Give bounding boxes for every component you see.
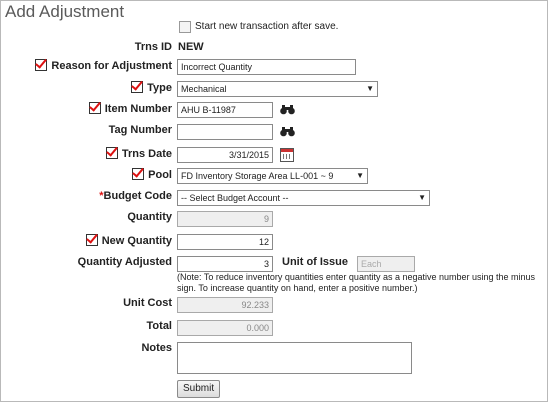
quantity-adjusted-label: Quantity Adjusted — [77, 256, 172, 268]
reason-label: Reason for Adjustment — [51, 60, 172, 72]
trns-date-input[interactable]: 3/31/2015 — [177, 147, 273, 163]
type-required-check-icon — [131, 81, 144, 93]
type-label-wrap: Type — [131, 81, 172, 94]
budget-code-select-value: -- Select Budget Account -- — [181, 193, 289, 203]
quantity-label: Quantity — [127, 211, 172, 223]
item-number-label-wrap: Item Number — [88, 102, 172, 115]
form-window: Add Adjustment Start new transaction aft… — [0, 0, 548, 402]
unit-of-issue-label: Unit of Issue — [282, 256, 349, 268]
item-number-label: Item Number — [104, 103, 172, 115]
tag-number-label: Tag Number — [108, 124, 172, 136]
new-quantity-label: New Quantity — [101, 235, 172, 247]
new-quantity-label-wrap: New Quantity — [85, 234, 172, 247]
trns-date-label: Trns Date — [121, 148, 172, 160]
trns-id-value: NEW — [178, 41, 204, 53]
quantity-adjusted-input[interactable]: 3 — [177, 256, 273, 272]
trns-id-label: Trns ID — [134, 41, 172, 53]
reason-input[interactable]: Incorrect Quantity — [177, 59, 356, 75]
reason-label-wrap: Reason for Adjustment — [35, 59, 172, 72]
type-select[interactable]: Mechanical ▼ — [177, 81, 378, 97]
type-label: Type — [147, 82, 172, 94]
chevron-down-icon: ▼ — [418, 193, 426, 202]
type-select-value: Mechanical — [181, 84, 227, 94]
start-new-label: Start new transaction after save. — [195, 21, 339, 32]
budget-code-label: Budget Code — [103, 190, 172, 202]
chevron-down-icon: ▼ — [366, 84, 374, 93]
unit-cost-input: 92.233 — [177, 297, 273, 313]
binoculars-icon[interactable] — [280, 127, 295, 137]
pool-select[interactable]: FD Inventory Storage Area LL-001 ~ 9 ▼ — [177, 168, 368, 184]
budget-code-select[interactable]: -- Select Budget Account -- ▼ — [177, 190, 430, 206]
pool-required-check-icon — [132, 168, 145, 180]
new-quantity-input[interactable]: 12 — [177, 234, 273, 250]
budget-code-label-wrap: *Budget Code — [99, 190, 172, 202]
trns-date-label-wrap: Trns Date — [105, 147, 172, 160]
total-label: Total — [146, 320, 172, 332]
start-new-checkbox[interactable] — [179, 21, 191, 33]
unit-cost-label: Unit Cost — [123, 297, 172, 309]
quantity-input: 9 — [177, 211, 273, 227]
total-input: 0.000 — [177, 320, 273, 336]
page-title: Add Adjustment — [5, 2, 125, 21]
binoculars-icon[interactable] — [280, 105, 295, 115]
calendar-icon[interactable] — [280, 148, 294, 162]
trns-date-required-check-icon — [105, 147, 118, 159]
chevron-down-icon: ▼ — [356, 171, 364, 180]
notes-textarea[interactable] — [177, 342, 412, 374]
pool-label: Pool — [148, 169, 172, 181]
pool-select-value: FD Inventory Storage Area LL-001 ~ 9 — [181, 171, 334, 181]
item-number-input[interactable]: AHU B-11987 — [177, 102, 273, 118]
unit-of-issue-input: Each — [357, 256, 415, 272]
quantity-note: (Note: To reduce inventory quantities en… — [177, 272, 536, 293]
notes-label: Notes — [141, 342, 172, 354]
tag-number-input[interactable] — [177, 124, 273, 140]
submit-button[interactable]: Submit — [177, 380, 221, 398]
reason-required-check-icon — [35, 59, 48, 71]
item-number-required-check-icon — [88, 102, 101, 114]
pool-label-wrap: Pool — [132, 168, 172, 181]
new-quantity-required-check-icon — [85, 234, 98, 246]
